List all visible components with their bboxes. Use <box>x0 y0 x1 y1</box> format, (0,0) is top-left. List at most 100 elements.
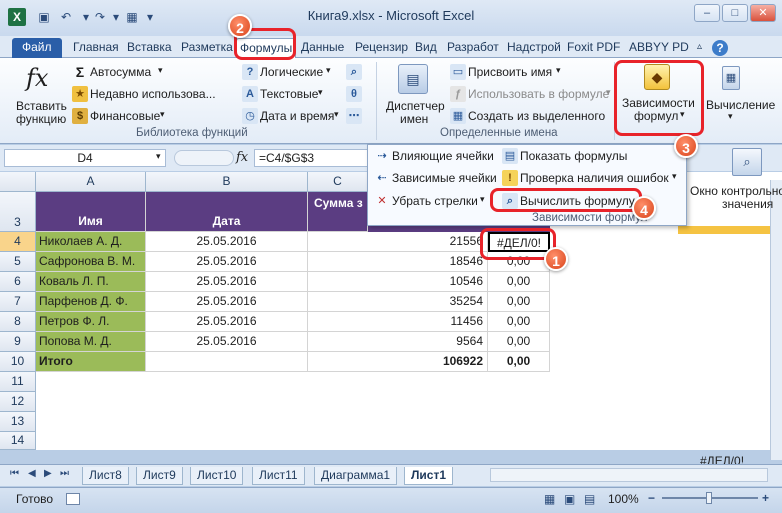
watch-window-label-2[interactable]: значения <box>722 197 773 211</box>
row-header-13[interactable]: 13 <box>0 412 36 432</box>
cell-a6[interactable]: Коваль Л. П. <box>36 272 146 292</box>
insert-function-icon[interactable]: fx <box>26 64 48 92</box>
datetime-dropdown-icon[interactable]: ▾ <box>334 109 339 120</box>
financial-dropdown-icon[interactable]: ▾ <box>160 109 165 120</box>
zoom-out-icon[interactable]: − <box>648 491 655 505</box>
tab-data[interactable]: Данные <box>298 38 347 58</box>
error-checking-dropdown-icon[interactable]: ▾ <box>672 171 677 182</box>
cell-b4[interactable]: 25.05.2016 <box>146 232 308 252</box>
cell-c9[interactable]: 9564 <box>308 332 488 352</box>
text-icon[interactable]: A <box>242 86 258 102</box>
cell-c8[interactable]: 11456 <box>308 312 488 332</box>
create-from-selection-icon[interactable]: ▦ <box>450 108 466 124</box>
trace-dependents-button[interactable]: Зависимые ячейки <box>392 171 497 185</box>
sheet-tab-8[interactable]: Лист8 <box>82 467 129 485</box>
insert-function-label-1[interactable]: Вставить <box>16 99 67 113</box>
recent-icon[interactable]: ★ <box>72 86 88 102</box>
define-name-icon[interactable]: ▭ <box>450 64 466 80</box>
cell-d8[interactable]: 0,00 <box>488 312 550 332</box>
calculation-button[interactable]: Вычисление <box>706 98 775 112</box>
cell-d7[interactable]: 0,00 <box>488 292 550 312</box>
sheet-next-icon[interactable]: ▶ <box>44 468 52 479</box>
cell-c10[interactable]: 106922 <box>308 352 488 372</box>
help-icon[interactable]: ? <box>712 40 728 56</box>
autosum-button[interactable]: Автосумма <box>90 65 151 79</box>
header-cell-date[interactable]: Дата <box>146 192 308 232</box>
header-cell-sum[interactable]: Сумма з <box>308 192 368 232</box>
zoom-slider-thumb[interactable] <box>706 492 712 504</box>
cell-b6[interactable]: 25.05.2016 <box>146 272 308 292</box>
minimize-button[interactable]: – <box>694 4 720 22</box>
cell-a4[interactable]: Николаев А. Д. <box>36 232 146 252</box>
name-manager-label-2[interactable]: имен <box>400 112 428 126</box>
zoom-level[interactable]: 100% <box>608 492 639 506</box>
cell-c7[interactable]: 35254 <box>308 292 488 312</box>
formula-bar-splitter[interactable] <box>174 150 234 166</box>
tab-page-layout[interactable]: Разметка <box>178 38 236 58</box>
cell-a5[interactable]: Сафронова В. М. <box>36 252 146 272</box>
tab-developer[interactable]: Разработ <box>444 38 502 58</box>
tab-abbyy-pdf[interactable]: ABBYY PD <box>626 38 692 58</box>
select-all-corner[interactable] <box>0 172 36 192</box>
cell-c4[interactable]: 21556 <box>308 232 488 252</box>
financial-icon[interactable]: $ <box>72 108 88 124</box>
watch-window-icon[interactable]: ⌕ <box>732 148 762 176</box>
define-name-button[interactable]: Присвоить имя <box>468 65 552 79</box>
calculator-icon[interactable]: ▦ <box>722 66 740 90</box>
row-header-3[interactable]: 3 <box>0 192 36 232</box>
remove-arrows-dropdown-icon[interactable]: ▾ <box>480 194 485 205</box>
autosum-dropdown-icon[interactable]: ▾ <box>158 65 163 76</box>
close-button[interactable]: ✕ <box>750 4 776 22</box>
trace-precedents-button[interactable]: Влияющие ячейки <box>392 149 494 163</box>
trace-dependents-icon[interactable]: ⇠ <box>374 170 390 186</box>
normal-view-icon[interactable]: ▦ <box>544 492 555 506</box>
tab-file[interactable]: Файл <box>12 38 62 58</box>
row-header-11[interactable]: 11 <box>0 372 36 392</box>
formula-input[interactable]: =C4/$G$3 <box>254 149 370 167</box>
sheet-tab-chart1[interactable]: Диаграмма1 <box>314 467 398 485</box>
sheet-tab-10[interactable]: Лист10 <box>190 467 244 485</box>
cell-b10[interactable] <box>146 352 308 372</box>
more-functions-icon[interactable]: ⋯ <box>346 108 362 124</box>
row-header-5[interactable]: 5 <box>0 252 36 272</box>
fx-icon[interactable]: fx <box>236 150 248 165</box>
row-header-6[interactable]: 6 <box>0 272 36 292</box>
row-header-9[interactable]: 9 <box>0 332 36 352</box>
page-layout-view-icon[interactable]: ▣ <box>564 492 575 506</box>
cell-b8[interactable]: 25.05.2016 <box>146 312 308 332</box>
text-dropdown-icon[interactable]: ▾ <box>318 87 323 98</box>
column-header-b[interactable]: B <box>146 172 308 192</box>
sheet-last-icon[interactable]: ⏭ <box>60 468 69 479</box>
logical-icon[interactable]: ? <box>242 64 258 80</box>
error-checking-icon[interactable]: ! <box>502 170 518 186</box>
row-header-8[interactable]: 8 <box>0 312 36 332</box>
tab-view[interactable]: Вид <box>412 38 440 58</box>
column-header-c[interactable]: C <box>308 172 368 192</box>
sheet-tab-11[interactable]: Лист11 <box>252 467 305 485</box>
name-manager-icon[interactable]: ▤ <box>398 64 428 94</box>
financial-button[interactable]: Финансовые <box>90 109 160 123</box>
sheet-first-icon[interactable]: ⏮ <box>10 468 19 479</box>
cell-a9[interactable]: Попова М. Д. <box>36 332 146 352</box>
zoom-in-icon[interactable]: + <box>762 491 769 505</box>
name-manager-label-1[interactable]: Диспетчер <box>386 99 445 113</box>
tab-home[interactable]: Главная <box>70 38 122 58</box>
trace-precedents-icon[interactable]: ⇢ <box>374 148 390 164</box>
page-break-view-icon[interactable]: ▤ <box>584 492 595 506</box>
cell-c5[interactable]: 18546 <box>308 252 488 272</box>
row-header-7[interactable]: 7 <box>0 292 36 312</box>
horizontal-scrollbar[interactable] <box>490 468 768 482</box>
header-cell-name[interactable]: Имя <box>36 192 146 232</box>
lookup-icon[interactable]: ⌕ <box>346 64 362 80</box>
tab-insert[interactable]: Вставка <box>124 38 175 58</box>
cell-c6[interactable]: 10546 <box>308 272 488 292</box>
recent-functions-button[interactable]: Недавно использова... <box>90 87 216 101</box>
cell-b9[interactable]: 25.05.2016 <box>146 332 308 352</box>
cell-b5[interactable]: 25.05.2016 <box>146 252 308 272</box>
insert-function-label-2[interactable]: функцию <box>16 112 66 126</box>
name-box[interactable]: D4 <box>4 149 166 167</box>
tab-review[interactable]: Рецензир <box>352 38 411 58</box>
tab-foxit-pdf[interactable]: Foxit PDF <box>564 38 623 58</box>
name-box-dropdown-icon[interactable]: ▾ <box>156 151 161 162</box>
sheet-tab-9[interactable]: Лист9 <box>136 467 183 485</box>
